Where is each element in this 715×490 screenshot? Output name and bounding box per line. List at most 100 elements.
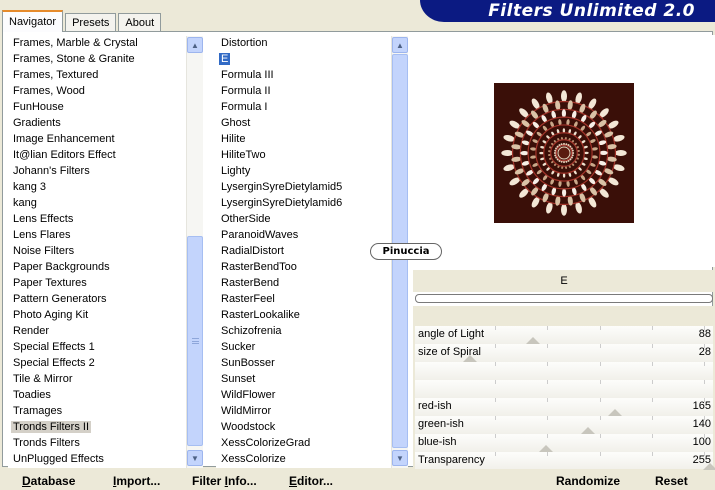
filter-item[interactable]: Formula I: [216, 99, 391, 115]
parameter-slider-track[interactable]: [415, 380, 713, 398]
category-scrollbar[interactable]: ▲ ▼: [186, 36, 203, 468]
category-item[interactable]: Toadies: [8, 387, 186, 403]
category-item-label: Noise Filters: [13, 245, 75, 257]
tab-presets[interactable]: Presets: [65, 13, 117, 32]
category-item[interactable]: Pattern Generators: [8, 291, 186, 307]
category-item[interactable]: Lens Flares: [8, 227, 186, 243]
filter-item-label: Sucker: [221, 341, 256, 353]
category-item[interactable]: Image Enhancement: [8, 131, 186, 147]
category-item-label: Pattern Generators: [13, 293, 107, 305]
filter-list[interactable]: Distortion E Formula III Formula II Formula …: [216, 35, 391, 468]
filter-item[interactable]: RasterLookalike: [216, 307, 391, 323]
filter-item[interactable]: XessColorizeGrad: [216, 435, 391, 451]
filter-item-label: WildMirror: [221, 405, 272, 417]
filter-item-label: RasterLookalike: [221, 309, 300, 321]
category-item[interactable]: Paper Backgrounds: [8, 259, 186, 275]
category-item[interactable]: Tramages: [8, 403, 186, 419]
filter-items: Distortion E Formula III Formula II Formula …: [216, 35, 391, 467]
tab-about[interactable]: About: [118, 13, 162, 32]
slider-thumb[interactable]: [581, 427, 595, 434]
filter-item[interactable]: Woodstock: [216, 419, 391, 435]
slider-thumb[interactable]: [526, 337, 540, 344]
category-item[interactable]: FunHouse: [8, 99, 186, 115]
filter-item[interactable]: E: [216, 51, 391, 67]
category-item-label: FunHouse: [13, 101, 64, 113]
slider-thumb[interactable]: [608, 409, 622, 416]
filter-item[interactable]: ParanoidWaves: [216, 227, 391, 243]
category-item[interactable]: Frames, Marble & Crystal: [8, 35, 186, 51]
category-item[interactable]: UnPlugged Effects: [8, 451, 186, 467]
import-button[interactable]: Import...: [113, 474, 160, 488]
filter-item-label: RadialDistort: [221, 245, 284, 257]
filter-item[interactable]: RasterBend: [216, 275, 391, 291]
filter-item[interactable]: Schizofrenia: [216, 323, 391, 339]
filter-item[interactable]: Distortion: [216, 35, 391, 51]
category-item[interactable]: Photo Aging Kit: [8, 307, 186, 323]
filter-item[interactable]: Formula III: [216, 67, 391, 83]
tab-navigator[interactable]: Navigator: [2, 10, 64, 32]
filter-item[interactable]: OtherSide: [216, 211, 391, 227]
filter-item[interactable]: Ghost: [216, 115, 391, 131]
category-item-label: Paper Backgrounds: [13, 261, 110, 273]
chevron-down-icon[interactable]: ▼: [392, 450, 408, 466]
filter-item[interactable]: Lighty: [216, 163, 391, 179]
filter-item-label: Schizofrenia: [221, 325, 282, 337]
category-item[interactable]: Frames, Stone & Granite: [8, 51, 186, 67]
filter-item[interactable]: RasterBendToo: [216, 259, 391, 275]
category-item-label: Special Effects 1: [13, 341, 95, 353]
category-item[interactable]: Johann's Filters: [8, 163, 186, 179]
filter-item[interactable]: LyserginSyreDietylamid5: [216, 179, 391, 195]
category-item[interactable]: Tile & Mirror: [8, 371, 186, 387]
category-item[interactable]: Noise Filters: [8, 243, 186, 259]
category-item-label: Tile & Mirror: [13, 373, 73, 385]
filter-item[interactable]: RadialDistort: [216, 243, 391, 259]
category-item[interactable]: Lens Effects: [8, 211, 186, 227]
parameter-label: green-ish: [418, 418, 464, 430]
watermark-badge: Pinuccia: [370, 243, 442, 260]
slider-thumb[interactable]: [539, 445, 553, 452]
category-item[interactable]: Tronds Filters II: [8, 419, 186, 435]
category-item[interactable]: Frames, Wood: [8, 83, 186, 99]
chevron-up-icon[interactable]: ▲: [392, 37, 408, 53]
slider-ticks: [495, 344, 705, 348]
category-list[interactable]: Frames, Marble & Crystal Frames, Stone & …: [8, 35, 186, 468]
parameter-label: blue-ish: [418, 436, 457, 448]
parameter-value: 140: [692, 418, 711, 430]
filter-item[interactable]: WildFlower: [216, 387, 391, 403]
category-item[interactable]: Special Effects 2: [8, 355, 186, 371]
spiral-segment: [561, 90, 567, 103]
category-item[interactable]: Special Effects 1: [8, 339, 186, 355]
filter-item[interactable]: WildMirror: [216, 403, 391, 419]
filter-info-button[interactable]: Filter Info...: [192, 474, 257, 488]
category-item[interactable]: Gradients: [8, 115, 186, 131]
filter-item[interactable]: XessColorize: [216, 451, 391, 467]
chevron-down-icon[interactable]: ▼: [187, 450, 203, 466]
parameter-slider-track[interactable]: [415, 398, 713, 416]
spiral-core: [557, 146, 571, 160]
parameter-slider-track[interactable]: [415, 362, 713, 380]
category-item[interactable]: Render: [8, 323, 186, 339]
randomize-button[interactable]: Randomize: [556, 474, 620, 488]
editor-button[interactable]: Editor...: [289, 474, 333, 488]
filter-item[interactable]: SunBosser: [216, 355, 391, 371]
category-item[interactable]: It@lian Editors Effect: [8, 147, 186, 163]
filter-item[interactable]: RasterFeel: [216, 291, 391, 307]
filter-item[interactable]: HiliteTwo: [216, 147, 391, 163]
chevron-up-icon[interactable]: ▲: [187, 37, 203, 53]
category-item[interactable]: kang: [8, 195, 186, 211]
category-item[interactable]: kang 3: [8, 179, 186, 195]
category-item[interactable]: Paper Textures: [8, 275, 186, 291]
filter-item[interactable]: Hilite: [216, 131, 391, 147]
database-button[interactable]: Database: [22, 474, 75, 488]
category-item[interactable]: Tronds Filters: [8, 435, 186, 451]
parameter-slider-track[interactable]: [415, 434, 713, 452]
category-scroll-thumb[interactable]: [187, 236, 203, 446]
filter-item[interactable]: LyserginSyreDietylamid6: [216, 195, 391, 211]
reset-button[interactable]: Reset: [655, 474, 688, 488]
parameter-label: angle of Light: [418, 328, 485, 340]
filter-item[interactable]: Sucker: [216, 339, 391, 355]
filter-item[interactable]: Sunset: [216, 371, 391, 387]
slider-ticks: [495, 362, 705, 366]
category-item[interactable]: Frames, Textured: [8, 67, 186, 83]
filter-item[interactable]: Formula II: [216, 83, 391, 99]
